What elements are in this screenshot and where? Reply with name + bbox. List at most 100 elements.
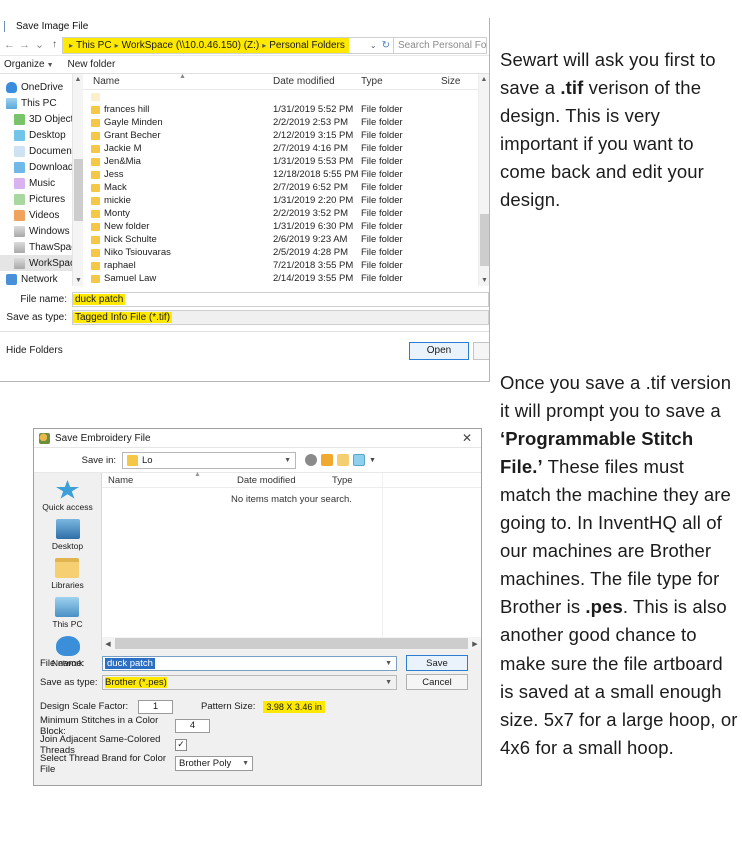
save-in-value: Lo <box>142 454 153 466</box>
thread-brand-select[interactable]: Brother Poly ▼ <box>175 756 253 771</box>
table-row[interactable]: frances hill 1/31/2019 5:52 PM File folder <box>83 103 489 116</box>
sidebar-item-music[interactable]: Music <box>0 175 83 191</box>
column-header-type[interactable]: Type <box>332 475 392 486</box>
sidebar-item-downloads[interactable]: Downloads <box>0 159 83 175</box>
scroll-right-icon[interactable]: ▶ <box>469 640 481 648</box>
up-one-level-icon[interactable] <box>321 454 333 466</box>
sidebar-item-windows-c[interactable]: Windows (C:) <box>0 223 83 239</box>
network-icon <box>6 273 17 285</box>
scroll-thumb[interactable] <box>115 638 468 649</box>
sort-indicator-icon: ▲ <box>179 74 186 80</box>
table-row[interactable]: Mack 2/7/2019 6:52 PM File folder <box>83 181 489 194</box>
folder-icon <box>91 222 100 231</box>
nav-pane-scrollbar[interactable]: ▲ ▼ <box>72 74 83 286</box>
place-item-libraries[interactable]: Libraries <box>51 558 84 590</box>
column-header-date[interactable]: Date modified <box>273 76 361 87</box>
table-row[interactable]: New folder 1/31/2019 6:30 PM File folder <box>83 220 489 233</box>
views-icon[interactable] <box>353 454 365 466</box>
save-in-select[interactable]: Lo ▼ <box>122 451 296 469</box>
dialog-title: Save Image File <box>16 21 89 32</box>
refresh-icon[interactable]: ↻ <box>382 40 390 51</box>
min-stitches-input[interactable]: 4 <box>175 718 210 733</box>
save-as-type-select[interactable]: Tagged Info File (*.tif) <box>72 310 489 325</box>
scroll-up-icon[interactable]: ▲ <box>73 74 83 85</box>
hide-folders-button[interactable]: Hide Folders <box>6 345 63 356</box>
search-input[interactable]: Search Personal Folde <box>394 36 487 54</box>
sidebar-item-documents[interactable]: Documents <box>0 143 83 159</box>
file-name-label: File name: <box>40 657 85 669</box>
column-header-type[interactable]: Type <box>361 76 441 87</box>
cancel-button-clipped[interactable] <box>473 341 489 360</box>
table-row[interactable]: Jackie M 2/7/2019 4:16 PM File folder <box>83 142 489 155</box>
chevron-down-icon[interactable]: ▼ <box>385 660 396 667</box>
file-name-input[interactable]: duck patch <box>72 292 489 307</box>
horizontal-scrollbar[interactable]: ◀ ▶ <box>102 637 481 650</box>
recent-locations-icon[interactable]: ⌄ <box>32 35 47 55</box>
file-list-scrollbar[interactable]: ▲ ▼ <box>478 74 489 286</box>
breadcrumb-item-1[interactable]: WorkSpace (\\10.0.46.150) (Z:) <box>122 40 260 51</box>
breadcrumb-item-0[interactable]: This PC <box>76 40 112 51</box>
column-header-date[interactable]: Date modified <box>237 475 332 486</box>
column-header-name[interactable]: Name <box>83 76 273 87</box>
scroll-thumb[interactable] <box>74 159 83 221</box>
folder-icon <box>91 274 100 283</box>
new-folder-icon[interactable] <box>337 454 349 466</box>
open-button[interactable]: Open <box>409 341 469 360</box>
place-item-this-pc[interactable]: This PC <box>52 597 83 629</box>
scroll-left-icon[interactable]: ◀ <box>102 640 114 648</box>
sidebar-item-videos[interactable]: Videos <box>0 207 83 223</box>
table-row[interactable]: Jess 12/18/2018 5:55 PM File folder <box>83 168 489 181</box>
scroll-thumb[interactable] <box>480 214 489 266</box>
sidebar-item-desktop[interactable]: Desktop <box>0 127 83 143</box>
chevron-down-icon[interactable]: ⌄ <box>370 41 377 50</box>
scroll-up-icon[interactable]: ▲ <box>479 74 489 85</box>
place-item-quick-access[interactable]: Quick access <box>42 480 93 512</box>
table-row[interactable] <box>83 90 489 103</box>
up-one-level-icon[interactable]: ↑ <box>47 35 62 55</box>
file-name-input[interactable]: duck patch ▼ <box>102 655 397 671</box>
close-icon[interactable]: ✕ <box>453 431 481 445</box>
back-icon[interactable]: ← <box>2 35 17 55</box>
chevron-down-icon[interactable]: ▼ <box>284 457 295 464</box>
scroll-down-icon[interactable]: ▼ <box>73 275 83 286</box>
table-row[interactable]: Samuel Law 2/14/2019 3:55 PM File folder <box>83 272 489 285</box>
file-name-text: Gayle Minden <box>104 117 163 128</box>
table-row[interactable]: Niko Tsiouvaras 2/5/2019 4:28 PM File fold… <box>83 246 489 259</box>
save-button[interactable]: Save <box>406 655 468 671</box>
address-bar[interactable]: ▸ This PC ▸ WorkSpace (\\10.0.46.150) (Z… <box>62 36 394 54</box>
sidebar-item-this-pc[interactable]: This PC <box>0 95 83 111</box>
design-scale-input[interactable]: 1 <box>138 699 173 714</box>
table-row[interactable]: ScottsProjects5/31/2018 5:22 PMFile fold… <box>83 285 489 286</box>
breadcrumb[interactable]: ▸ This PC ▸ WorkSpace (\\10.0.46.150) (Z… <box>63 37 349 53</box>
table-row[interactable]: mickie 1/31/2019 2:20 PM File folder <box>83 194 489 207</box>
column-header-name[interactable]: Name <box>102 475 237 486</box>
breadcrumb-item-2[interactable]: Personal Folders <box>269 40 345 51</box>
sidebar-item-3d-objects[interactable]: 3D Objects <box>0 111 83 127</box>
table-row[interactable]: Gayle Minden 2/2/2019 2:53 PM File folder <box>83 116 489 129</box>
join-threads-checkbox[interactable]: ✓ <box>175 738 187 751</box>
folder-icon <box>14 145 25 157</box>
sidebar-item-thawspace0-x[interactable]: ThawSpace0 (X:) <box>0 239 83 255</box>
scroll-down-icon[interactable]: ▼ <box>479 275 489 286</box>
file-name-row: File name: duck patch ▼ Save <box>34 655 481 671</box>
chevron-down-icon[interactable]: ▼ <box>242 760 252 767</box>
table-row[interactable]: raphael 7/21/2018 3:55 PM File folder <box>83 259 489 272</box>
sidebar-item-onedrive[interactable]: OneDrive <box>0 79 83 95</box>
place-item-desktop[interactable]: Desktop <box>52 519 83 551</box>
chevron-down-icon[interactable]: ▼ <box>385 679 396 686</box>
table-row[interactable]: Nick Schulte 2/6/2019 9:23 AM File folder <box>83 233 489 246</box>
table-row[interactable]: Grant Becher 2/12/2019 3:15 PM File folder <box>83 129 489 142</box>
save-as-type-select[interactable]: Brother (*.pes) ▼ <box>102 674 397 690</box>
back-icon[interactable] <box>305 454 317 466</box>
sidebar-item-workspace-10[interactable]: WorkSpace (\\10 <box>0 255 83 271</box>
table-row[interactable]: Monty 2/2/2019 3:52 PM File folder <box>83 207 489 220</box>
new-folder-button[interactable]: New folder <box>68 59 116 70</box>
chevron-down-icon[interactable]: ▼ <box>369 457 376 464</box>
organize-button[interactable]: Organize ▼ <box>4 59 54 70</box>
cancel-button[interactable]: Cancel <box>406 674 468 690</box>
sidebar-item-network[interactable]: Network <box>0 271 83 286</box>
column-header-size[interactable]: Size <box>441 76 481 87</box>
table-row[interactable]: Jen&Mia 1/31/2019 5:53 PM File folder <box>83 155 489 168</box>
sidebar-item-pictures[interactable]: Pictures <box>0 191 83 207</box>
forward-icon[interactable]: → <box>17 35 32 55</box>
